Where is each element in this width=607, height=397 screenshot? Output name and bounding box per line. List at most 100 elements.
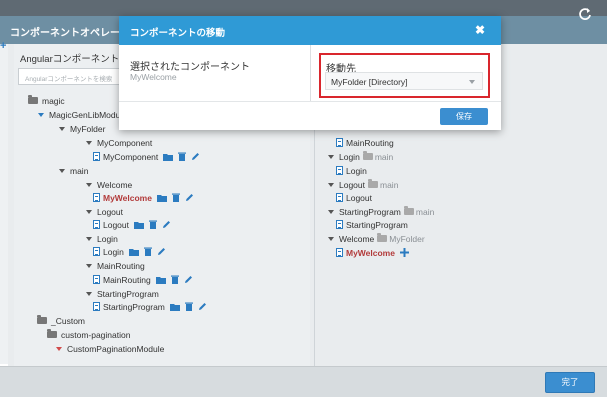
destination-select[interactable]: MyFolder [Directory] — [325, 72, 483, 90]
trash-icon[interactable] — [178, 152, 187, 161]
move-folder-icon[interactable] — [163, 153, 174, 161]
route-item-login-file[interactable]: Login — [336, 164, 367, 177]
tree-item-myfolder[interactable]: MyFolder — [59, 122, 105, 135]
tree-item-login-file[interactable]: Login — [93, 245, 166, 258]
folder-icon — [37, 315, 47, 324]
move-folder-icon[interactable] — [134, 221, 144, 229]
route-label: StartingProgram — [339, 206, 401, 217]
tree-label: Login — [97, 233, 118, 244]
chevron-down-icon[interactable] — [328, 209, 334, 214]
pencil-icon[interactable] — [162, 220, 171, 229]
file-icon — [336, 138, 343, 147]
tree-label: main — [70, 165, 89, 176]
file-icon — [93, 302, 100, 311]
file-icon — [336, 166, 343, 175]
route-item-logout-file[interactable]: Logout — [336, 191, 372, 204]
chevron-down-icon[interactable] — [86, 263, 92, 268]
folder-icon — [28, 95, 38, 104]
tree-label: Logout — [103, 219, 129, 230]
chevron-down-icon[interactable] — [86, 291, 92, 296]
tree-label: StartingProgram — [97, 288, 159, 299]
route-parent: MyFolder — [389, 233, 425, 244]
tree-item-mycomponent-file[interactable]: MyComponent — [93, 150, 200, 163]
trash-icon[interactable] — [143, 247, 152, 256]
trash-icon[interactable] — [149, 220, 157, 229]
outer-window-title: コンポーネントオペレー — [10, 28, 120, 39]
route-label: Welcome — [339, 233, 375, 244]
tree-item-startingprogram-folder[interactable]: StartingProgram — [86, 287, 159, 300]
chevron-down-icon[interactable] — [59, 168, 65, 173]
tree-label: magic — [42, 95, 65, 106]
route-item-mywelcome-file[interactable]: MyWelcome — [336, 246, 409, 259]
route-item-logout[interactable]: Logout main — [328, 178, 398, 191]
route-item-startingprogram-file[interactable]: StartingProgram — [336, 218, 408, 231]
chevron-down-icon[interactable] — [86, 140, 92, 145]
tree-item-custom-pagination[interactable]: custom-pagination — [47, 328, 130, 341]
chevron-down-icon[interactable] — [86, 182, 92, 187]
pencil-icon[interactable] — [184, 275, 193, 284]
selected-component-value: MyWelcome — [130, 72, 177, 82]
tree-item-custom[interactable]: _Custom — [37, 314, 85, 327]
tree-item-logout-folder[interactable]: Logout — [86, 205, 123, 218]
move-folder-icon[interactable] — [155, 276, 166, 284]
tree-item-welcome-folder[interactable]: Welcome — [86, 178, 132, 191]
tree-label: MainRouting — [103, 274, 151, 285]
chevron-down-icon[interactable] — [328, 182, 334, 187]
dialog-divider — [310, 45, 311, 101]
route-label: Login — [339, 151, 360, 162]
tree-label: MyFolder — [70, 123, 106, 134]
route-label: StartingProgram — [346, 219, 408, 230]
route-label: Logout — [339, 179, 365, 190]
route-item-mainrouting-file[interactable]: MainRouting — [336, 136, 394, 149]
folder-icon — [47, 329, 57, 338]
move-component-dialog: コンポーネントの移動 ✖ 選択されたコンポーネント MyWelcome 移動先 … — [119, 16, 501, 130]
pencil-icon[interactable] — [185, 193, 194, 202]
pencil-icon[interactable] — [198, 302, 207, 311]
save-button[interactable]: 保存 — [440, 108, 488, 125]
trash-icon[interactable] — [171, 193, 180, 202]
chevron-down-icon[interactable] — [328, 236, 334, 241]
refresh-icon[interactable] — [578, 7, 592, 21]
tree-item-magic[interactable]: magic — [28, 94, 65, 107]
route-item-login[interactable]: Login main — [328, 150, 393, 163]
tree-item-mycomponent-folder[interactable]: MyComponent — [86, 136, 152, 149]
trash-icon[interactable] — [184, 302, 193, 311]
chevron-down-icon[interactable] — [86, 236, 92, 241]
chevron-down-icon[interactable] — [59, 126, 65, 131]
pencil-icon[interactable] — [191, 152, 200, 161]
trash-icon[interactable] — [170, 275, 179, 284]
tree-item-magicgenlibmodule[interactable]: MagicGenLibModule — [38, 108, 127, 121]
tree-label: Welcome — [97, 179, 133, 190]
tree-item-mywelcome-file[interactable]: MyWelcome — [93, 191, 194, 204]
close-icon[interactable]: ✖ — [475, 24, 485, 36]
tree-item-mainrouting-file[interactable]: MainRouting — [93, 273, 193, 286]
route-item-welcome[interactable]: Welcome MyFolder — [328, 232, 425, 245]
tree-item-mainrouting-folder[interactable]: MainRouting — [86, 259, 145, 272]
file-icon — [93, 152, 100, 161]
tree-item-main[interactable]: main — [59, 164, 88, 177]
tree-item-startingprogram-file[interactable]: StartingProgram — [93, 300, 207, 313]
chevron-down-icon[interactable] — [328, 154, 334, 159]
search-placeholder: Angularコンポーネントを検索 — [25, 76, 113, 83]
tree-item-login-folder[interactable]: Login — [86, 232, 118, 245]
route-label: Logout — [346, 192, 372, 203]
done-button[interactable]: 完了 — [545, 372, 595, 393]
tree-label: Login — [103, 246, 124, 257]
move-folder-icon[interactable] — [156, 194, 167, 202]
chevron-down-icon[interactable] — [86, 209, 92, 214]
route-item-startingprogram[interactable]: StartingProgram main — [328, 205, 434, 218]
route-parent: main — [374, 151, 394, 162]
tree-item-custompaginationmodule[interactable]: CustomPaginationModule — [56, 342, 164, 355]
move-folder-icon[interactable] — [128, 248, 139, 256]
chevron-down-icon[interactable] — [38, 112, 44, 117]
pencil-icon[interactable] — [157, 247, 166, 256]
folder-icon — [362, 151, 373, 160]
plus-icon[interactable] — [399, 248, 409, 257]
file-icon — [336, 193, 343, 202]
add-icon[interactable]: + — [0, 40, 6, 52]
file-icon — [93, 275, 100, 284]
chevron-down-icon[interactable] — [56, 346, 62, 351]
top-strip — [0, 0, 607, 16]
tree-item-logout-file[interactable]: Logout — [93, 218, 171, 231]
move-folder-icon[interactable] — [169, 303, 180, 311]
